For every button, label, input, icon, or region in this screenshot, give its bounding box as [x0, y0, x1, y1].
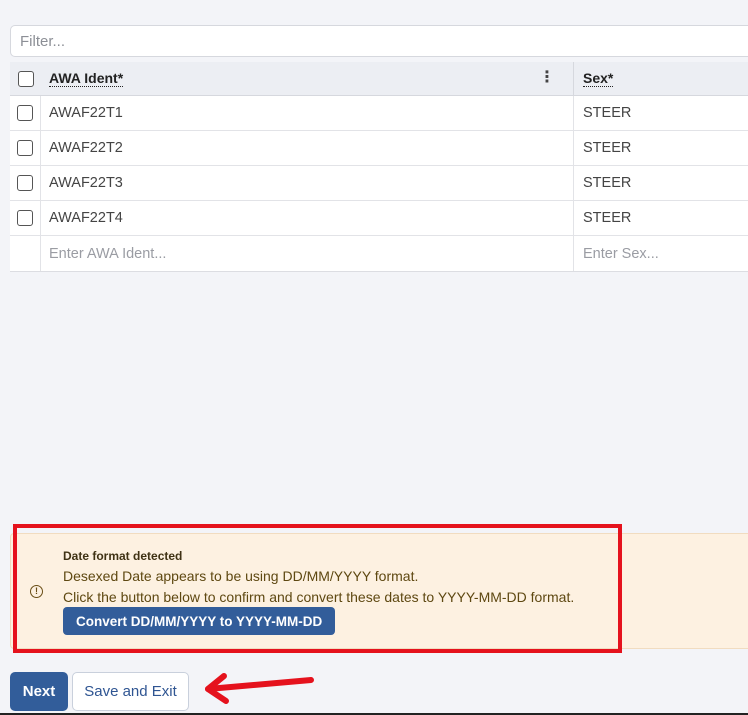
grid-header: AWA Ident* ⋮ Sex*: [10, 62, 748, 96]
select-all-cell: [10, 62, 41, 95]
column-header-ident[interactable]: AWA Ident* ⋮: [41, 62, 574, 95]
new-row: Enter AWA Ident... Enter Sex...: [10, 236, 748, 271]
new-row-check-cell: [10, 236, 41, 271]
ident-cell[interactable]: AWAF22T3: [41, 166, 574, 200]
row-checkbox[interactable]: [17, 175, 33, 191]
convert-date-button[interactable]: Convert DD/MM/YYYY to YYYY-MM-DD: [63, 607, 336, 635]
sex-cell[interactable]: STEER: [574, 131, 748, 165]
date-format-alert: ! Date format detected Desexed Date appe…: [10, 533, 748, 649]
new-ident-input[interactable]: Enter AWA Ident...: [41, 236, 574, 271]
alert-circle-icon: !: [30, 585, 43, 598]
column-header-sex[interactable]: Sex*: [574, 62, 748, 95]
ident-cell[interactable]: AWAF22T2: [41, 131, 574, 165]
alert-message-line2: Click the button below to confirm and co…: [63, 589, 575, 605]
data-grid: AWA Ident* ⋮ Sex* AWAF22T1 STEER AWAF22T…: [10, 62, 748, 272]
row-check-cell: [10, 96, 41, 130]
sex-cell[interactable]: STEER: [574, 166, 748, 200]
select-all-checkbox[interactable]: [17, 70, 34, 87]
next-button[interactable]: Next: [10, 672, 68, 711]
table-row: AWAF22T1 STEER: [10, 96, 748, 131]
row-checkbox[interactable]: [17, 105, 33, 121]
alert-title: Date format detected: [63, 549, 183, 563]
row-checkbox[interactable]: [17, 210, 33, 226]
annotation-arrow-icon: [205, 673, 314, 704]
sex-cell[interactable]: STEER: [574, 201, 748, 235]
row-checkbox[interactable]: [17, 140, 33, 156]
row-check-cell: [10, 131, 41, 165]
column-menu-icon[interactable]: ⋮: [539, 70, 555, 86]
row-check-cell: [10, 166, 41, 200]
table-row: AWAF22T2 STEER: [10, 131, 748, 166]
filter-input[interactable]: Filter...: [10, 25, 748, 57]
table-row: AWAF22T3 STEER: [10, 166, 748, 201]
alert-message-line1: Desexed Date appears to be using DD/MM/Y…: [63, 568, 419, 584]
table-row: AWAF22T4 STEER: [10, 201, 748, 236]
ident-cell[interactable]: AWAF22T4: [41, 201, 574, 235]
ident-cell[interactable]: AWAF22T1: [41, 96, 574, 130]
row-check-cell: [10, 201, 41, 235]
column-header-sex-label: Sex*: [583, 69, 614, 87]
sex-cell[interactable]: STEER: [574, 96, 748, 130]
column-header-ident-label: AWA Ident*: [49, 69, 124, 87]
save-and-exit-button[interactable]: Save and Exit: [72, 672, 189, 711]
new-sex-input[interactable]: Enter Sex...: [574, 236, 748, 271]
